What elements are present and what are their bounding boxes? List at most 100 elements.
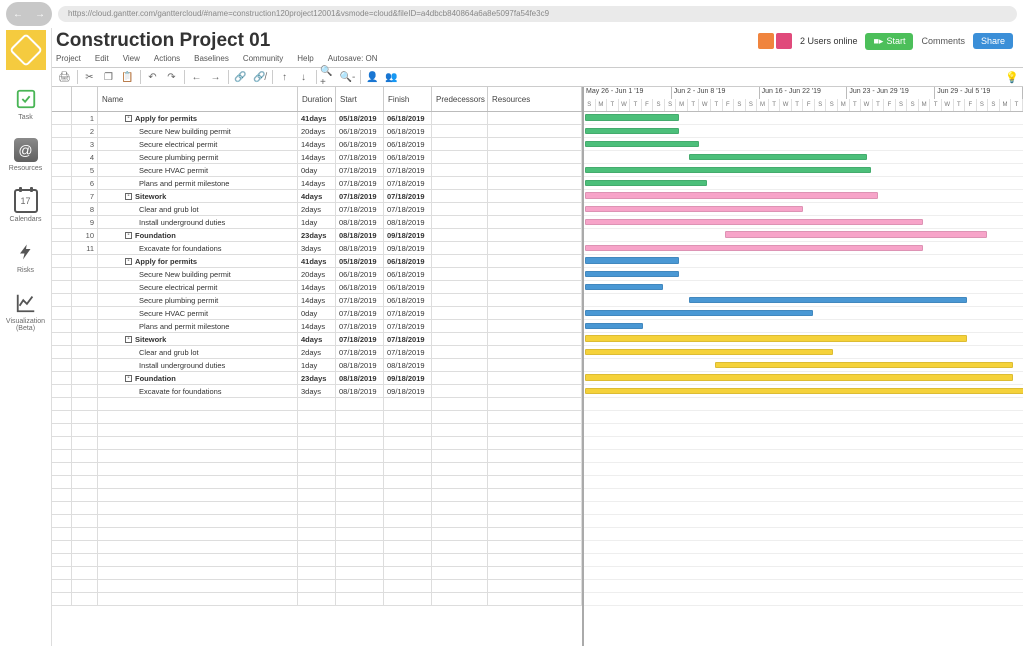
gantt-row[interactable] [584, 333, 1023, 346]
table-row[interactable]: Secure electrical permit14days06/18/2019… [52, 281, 582, 294]
gantt-row[interactable] [584, 307, 1023, 320]
table-row[interactable]: Secure plumbing permit14days07/18/201906… [52, 294, 582, 307]
gantt-row[interactable] [584, 281, 1023, 294]
gantt-row[interactable] [584, 385, 1023, 398]
zoom-out-icon[interactable]: 🔍- [339, 69, 357, 85]
table-row-empty[interactable] [52, 411, 582, 424]
sidebar-item-resources[interactable]: @Resources [0, 129, 51, 180]
gantt-row[interactable] [584, 190, 1023, 203]
back-button[interactable]: ← [8, 4, 28, 24]
col-start-header[interactable]: Start [336, 87, 384, 111]
gantt-bar[interactable] [584, 205, 804, 213]
table-row[interactable]: Secure New building permit20days06/18/20… [52, 268, 582, 281]
table-row-empty[interactable] [52, 528, 582, 541]
table-row-empty[interactable] [52, 489, 582, 502]
table-row-empty[interactable] [52, 515, 582, 528]
table-row[interactable]: Secure HVAC permit0day07/18/201907/18/20… [52, 307, 582, 320]
unlink-icon[interactable]: 🔗̸ [251, 69, 269, 85]
table-row-empty[interactable] [52, 502, 582, 515]
collapse-icon[interactable]: - [125, 115, 132, 122]
col-duration-header[interactable]: Duration [298, 87, 336, 111]
gantt-bar[interactable] [688, 296, 968, 304]
collapse-icon[interactable]: - [125, 193, 132, 200]
gantt-bar[interactable] [584, 179, 708, 187]
col-resources-header[interactable]: Resources [488, 87, 582, 111]
move-down-icon[interactable]: ↓ [295, 69, 313, 85]
gantt-bar[interactable] [584, 191, 879, 200]
gantt-row[interactable] [584, 242, 1023, 255]
collapse-icon[interactable]: - [125, 375, 132, 382]
gantt-bar[interactable] [584, 166, 872, 174]
table-row[interactable]: 3Secure electrical permit14days06/18/201… [52, 138, 582, 151]
table-row-empty[interactable] [52, 541, 582, 554]
cut-icon[interactable]: ✂ [81, 69, 99, 85]
avatar[interactable] [758, 33, 774, 49]
menu-autosave--on[interactable]: Autosave: ON [328, 54, 378, 63]
start-button[interactable]: ■▸ Start [865, 33, 913, 50]
table-row[interactable]: 9Install underground duties1day08/18/201… [52, 216, 582, 229]
gantt-bar[interactable] [584, 387, 1023, 395]
table-row-empty[interactable] [52, 424, 582, 437]
gantt-row[interactable] [584, 229, 1023, 242]
collapse-icon[interactable]: - [125, 232, 132, 239]
gantt-row[interactable] [584, 164, 1023, 177]
table-row[interactable]: Excavate for foundations3days08/18/20190… [52, 385, 582, 398]
undo-icon[interactable]: ↶ [144, 69, 162, 85]
zoom-in-icon[interactable]: 🔍+ [320, 69, 338, 85]
table-row[interactable]: 4Secure plumbing permit14days07/18/20190… [52, 151, 582, 164]
gantt-row[interactable] [584, 255, 1023, 268]
table-row-empty[interactable] [52, 437, 582, 450]
move-up-icon[interactable]: ↑ [276, 69, 294, 85]
gantt-row[interactable] [584, 216, 1023, 229]
table-row[interactable]: Clear and grub lot2days07/18/201907/18/2… [52, 346, 582, 359]
idea-icon[interactable]: 💡 [1005, 71, 1019, 84]
table-row[interactable]: Install underground duties1day08/18/2019… [52, 359, 582, 372]
col-name-header[interactable]: Name [98, 87, 298, 111]
avatar[interactable] [776, 33, 792, 49]
gantt-bar[interactable] [724, 230, 988, 239]
gantt-row[interactable] [584, 346, 1023, 359]
gantt-bar[interactable] [584, 113, 680, 122]
col-finish-header[interactable]: Finish [384, 87, 432, 111]
gantt-bar[interactable] [584, 127, 680, 135]
collapse-icon[interactable]: - [125, 336, 132, 343]
gantt-row[interactable] [584, 359, 1023, 372]
gantt-row[interactable] [584, 125, 1023, 138]
gantt-bar[interactable] [688, 153, 868, 161]
col-predecessors-header[interactable]: Predecessors [432, 87, 488, 111]
gantt-row[interactable] [584, 112, 1023, 125]
gantt-bar[interactable] [584, 218, 924, 226]
gantt-row[interactable] [584, 151, 1023, 164]
share-button[interactable]: Share [973, 33, 1013, 49]
forward-button[interactable]: → [30, 4, 50, 24]
grid-body[interactable]: 1-Apply for permits41days05/18/201906/18… [52, 112, 582, 646]
gantt-bar[interactable] [584, 256, 680, 265]
paste-icon[interactable]: 📋 [119, 69, 137, 85]
table-row[interactable]: -Sitework4days07/18/201907/18/2019 [52, 333, 582, 346]
gantt-bar[interactable] [584, 270, 680, 278]
gantt-row[interactable] [584, 372, 1023, 385]
table-row[interactable]: 2Secure New building permit20days06/18/2… [52, 125, 582, 138]
gantt-bar[interactable] [584, 348, 834, 356]
menu-view[interactable]: View [123, 54, 140, 63]
app-logo[interactable] [6, 30, 46, 70]
table-row[interactable]: 1-Apply for permits41days05/18/201906/18… [52, 112, 582, 125]
table-row-empty[interactable] [52, 593, 582, 606]
table-row[interactable]: -Apply for permits41days05/18/201906/18/… [52, 255, 582, 268]
gantt-row[interactable] [584, 320, 1023, 333]
gantt-bar[interactable] [584, 334, 968, 343]
table-row[interactable]: 5Secure HVAC permit0day07/18/201907/18/2… [52, 164, 582, 177]
menu-baselines[interactable]: Baselines [194, 54, 229, 63]
gantt-bar[interactable] [584, 322, 644, 330]
comments-link[interactable]: Comments [921, 36, 965, 46]
table-row-empty[interactable] [52, 463, 582, 476]
sidebar-item-visualization--beta-[interactable]: Visualization (Beta) [0, 282, 51, 340]
table-row[interactable]: Plans and permit milestone14days07/18/20… [52, 320, 582, 333]
gantt-bar[interactable] [584, 244, 924, 252]
gantt-bar[interactable] [584, 140, 700, 148]
table-row[interactable]: 6Plans and permit milestone14days07/18/2… [52, 177, 582, 190]
menu-help[interactable]: Help [297, 54, 313, 63]
table-row[interactable]: 10-Foundation23days08/18/201909/18/2019 [52, 229, 582, 242]
menu-project[interactable]: Project [56, 54, 81, 63]
outdent-icon[interactable]: ← [188, 69, 206, 85]
